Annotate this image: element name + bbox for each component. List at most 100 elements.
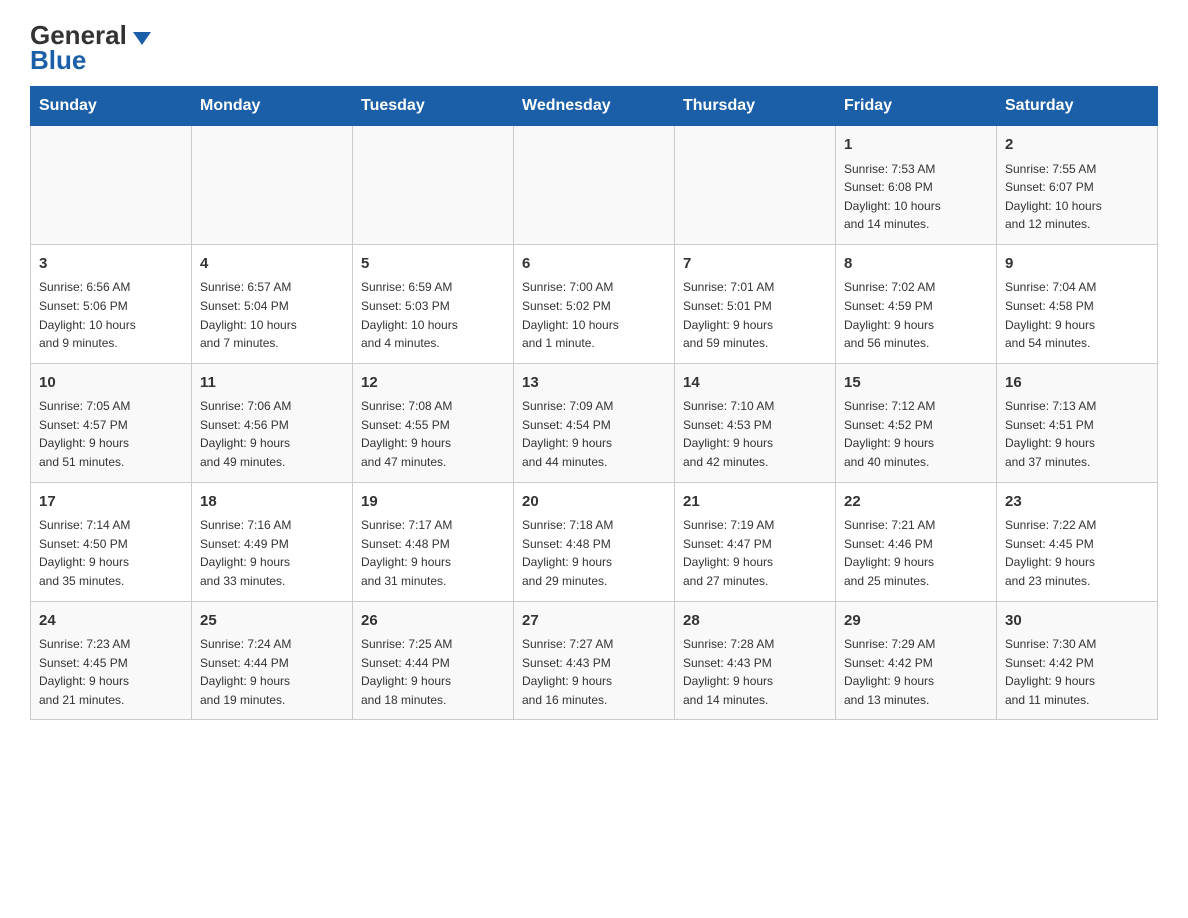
logo: General Blue — [30, 20, 151, 76]
day-info: Sunrise: 7:30 AMSunset: 4:42 PMDaylight:… — [1005, 635, 1149, 709]
calendar-week-row: 10Sunrise: 7:05 AMSunset: 4:57 PMDayligh… — [31, 363, 1158, 482]
calendar-cell: 12Sunrise: 7:08 AMSunset: 4:55 PMDayligh… — [353, 363, 514, 482]
day-number: 27 — [522, 610, 666, 633]
day-number: 15 — [844, 372, 988, 395]
day-number: 8 — [844, 253, 988, 276]
day-info: Sunrise: 7:28 AMSunset: 4:43 PMDaylight:… — [683, 635, 827, 709]
day-number: 9 — [1005, 253, 1149, 276]
day-number: 16 — [1005, 372, 1149, 395]
calendar-cell: 20Sunrise: 7:18 AMSunset: 4:48 PMDayligh… — [514, 482, 675, 601]
day-number: 11 — [200, 372, 344, 395]
calendar-cell: 18Sunrise: 7:16 AMSunset: 4:49 PMDayligh… — [192, 482, 353, 601]
day-info: Sunrise: 7:55 AMSunset: 6:07 PMDaylight:… — [1005, 160, 1149, 234]
day-info: Sunrise: 7:16 AMSunset: 4:49 PMDaylight:… — [200, 516, 344, 590]
day-number: 14 — [683, 372, 827, 395]
calendar-cell: 4Sunrise: 6:57 AMSunset: 5:04 PMDaylight… — [192, 244, 353, 363]
day-info: Sunrise: 7:09 AMSunset: 4:54 PMDaylight:… — [522, 397, 666, 471]
calendar-cell: 5Sunrise: 6:59 AMSunset: 5:03 PMDaylight… — [353, 244, 514, 363]
calendar-cell: 22Sunrise: 7:21 AMSunset: 4:46 PMDayligh… — [836, 482, 997, 601]
calendar-cell — [192, 126, 353, 245]
day-number: 26 — [361, 610, 505, 633]
day-info: Sunrise: 7:08 AMSunset: 4:55 PMDaylight:… — [361, 397, 505, 471]
day-number: 4 — [200, 253, 344, 276]
calendar-cell: 19Sunrise: 7:17 AMSunset: 4:48 PMDayligh… — [353, 482, 514, 601]
day-info: Sunrise: 7:18 AMSunset: 4:48 PMDaylight:… — [522, 516, 666, 590]
day-info: Sunrise: 7:25 AMSunset: 4:44 PMDaylight:… — [361, 635, 505, 709]
day-number: 18 — [200, 491, 344, 514]
day-info: Sunrise: 7:12 AMSunset: 4:52 PMDaylight:… — [844, 397, 988, 471]
calendar-cell: 25Sunrise: 7:24 AMSunset: 4:44 PMDayligh… — [192, 601, 353, 720]
page-header: General Blue — [30, 20, 1158, 76]
day-info: Sunrise: 7:05 AMSunset: 4:57 PMDaylight:… — [39, 397, 183, 471]
calendar-cell: 21Sunrise: 7:19 AMSunset: 4:47 PMDayligh… — [675, 482, 836, 601]
weekday-header-tuesday: Tuesday — [353, 87, 514, 126]
day-number: 2 — [1005, 134, 1149, 157]
day-number: 20 — [522, 491, 666, 514]
day-number: 25 — [200, 610, 344, 633]
day-info: Sunrise: 7:13 AMSunset: 4:51 PMDaylight:… — [1005, 397, 1149, 471]
calendar-header-row: SundayMondayTuesdayWednesdayThursdayFrid… — [31, 87, 1158, 126]
day-info: Sunrise: 6:57 AMSunset: 5:04 PMDaylight:… — [200, 278, 344, 352]
calendar-cell: 15Sunrise: 7:12 AMSunset: 4:52 PMDayligh… — [836, 363, 997, 482]
day-info: Sunrise: 7:10 AMSunset: 4:53 PMDaylight:… — [683, 397, 827, 471]
calendar-cell: 23Sunrise: 7:22 AMSunset: 4:45 PMDayligh… — [997, 482, 1158, 601]
calendar-cell: 1Sunrise: 7:53 AMSunset: 6:08 PMDaylight… — [836, 126, 997, 245]
day-info: Sunrise: 6:56 AMSunset: 5:06 PMDaylight:… — [39, 278, 183, 352]
day-info: Sunrise: 7:17 AMSunset: 4:48 PMDaylight:… — [361, 516, 505, 590]
day-number: 5 — [361, 253, 505, 276]
calendar-cell: 11Sunrise: 7:06 AMSunset: 4:56 PMDayligh… — [192, 363, 353, 482]
day-info: Sunrise: 7:00 AMSunset: 5:02 PMDaylight:… — [522, 278, 666, 352]
weekday-header-thursday: Thursday — [675, 87, 836, 126]
calendar-cell: 8Sunrise: 7:02 AMSunset: 4:59 PMDaylight… — [836, 244, 997, 363]
calendar-cell: 16Sunrise: 7:13 AMSunset: 4:51 PMDayligh… — [997, 363, 1158, 482]
calendar-cell: 27Sunrise: 7:27 AMSunset: 4:43 PMDayligh… — [514, 601, 675, 720]
logo-blue-text: Blue — [30, 45, 86, 76]
day-info: Sunrise: 7:21 AMSunset: 4:46 PMDaylight:… — [844, 516, 988, 590]
calendar-cell: 9Sunrise: 7:04 AMSunset: 4:58 PMDaylight… — [997, 244, 1158, 363]
calendar-cell: 3Sunrise: 6:56 AMSunset: 5:06 PMDaylight… — [31, 244, 192, 363]
day-info: Sunrise: 7:24 AMSunset: 4:44 PMDaylight:… — [200, 635, 344, 709]
calendar-cell — [31, 126, 192, 245]
day-number: 7 — [683, 253, 827, 276]
calendar-cell — [353, 126, 514, 245]
weekday-header-monday: Monday — [192, 87, 353, 126]
logo-triangle-icon — [133, 32, 151, 45]
calendar-week-row: 17Sunrise: 7:14 AMSunset: 4:50 PMDayligh… — [31, 482, 1158, 601]
day-info: Sunrise: 7:23 AMSunset: 4:45 PMDaylight:… — [39, 635, 183, 709]
calendar-cell — [514, 126, 675, 245]
day-info: Sunrise: 7:06 AMSunset: 4:56 PMDaylight:… — [200, 397, 344, 471]
calendar-cell: 6Sunrise: 7:00 AMSunset: 5:02 PMDaylight… — [514, 244, 675, 363]
calendar-table: SundayMondayTuesdayWednesdayThursdayFrid… — [30, 86, 1158, 720]
day-number: 3 — [39, 253, 183, 276]
weekday-header-saturday: Saturday — [997, 87, 1158, 126]
day-number: 21 — [683, 491, 827, 514]
day-info: Sunrise: 6:59 AMSunset: 5:03 PMDaylight:… — [361, 278, 505, 352]
day-number: 28 — [683, 610, 827, 633]
day-number: 10 — [39, 372, 183, 395]
day-number: 19 — [361, 491, 505, 514]
weekday-header-wednesday: Wednesday — [514, 87, 675, 126]
day-info: Sunrise: 7:29 AMSunset: 4:42 PMDaylight:… — [844, 635, 988, 709]
day-number: 6 — [522, 253, 666, 276]
day-number: 29 — [844, 610, 988, 633]
day-info: Sunrise: 7:22 AMSunset: 4:45 PMDaylight:… — [1005, 516, 1149, 590]
day-number: 30 — [1005, 610, 1149, 633]
calendar-cell: 17Sunrise: 7:14 AMSunset: 4:50 PMDayligh… — [31, 482, 192, 601]
calendar-week-row: 3Sunrise: 6:56 AMSunset: 5:06 PMDaylight… — [31, 244, 1158, 363]
weekday-header-sunday: Sunday — [31, 87, 192, 126]
day-number: 13 — [522, 372, 666, 395]
day-number: 22 — [844, 491, 988, 514]
calendar-cell: 10Sunrise: 7:05 AMSunset: 4:57 PMDayligh… — [31, 363, 192, 482]
calendar-week-row: 24Sunrise: 7:23 AMSunset: 4:45 PMDayligh… — [31, 601, 1158, 720]
day-info: Sunrise: 7:01 AMSunset: 5:01 PMDaylight:… — [683, 278, 827, 352]
day-info: Sunrise: 7:27 AMSunset: 4:43 PMDaylight:… — [522, 635, 666, 709]
day-info: Sunrise: 7:19 AMSunset: 4:47 PMDaylight:… — [683, 516, 827, 590]
calendar-cell: 26Sunrise: 7:25 AMSunset: 4:44 PMDayligh… — [353, 601, 514, 720]
day-info: Sunrise: 7:02 AMSunset: 4:59 PMDaylight:… — [844, 278, 988, 352]
calendar-cell: 13Sunrise: 7:09 AMSunset: 4:54 PMDayligh… — [514, 363, 675, 482]
calendar-cell: 7Sunrise: 7:01 AMSunset: 5:01 PMDaylight… — [675, 244, 836, 363]
calendar-week-row: 1Sunrise: 7:53 AMSunset: 6:08 PMDaylight… — [31, 126, 1158, 245]
calendar-cell — [675, 126, 836, 245]
day-number: 23 — [1005, 491, 1149, 514]
day-number: 17 — [39, 491, 183, 514]
